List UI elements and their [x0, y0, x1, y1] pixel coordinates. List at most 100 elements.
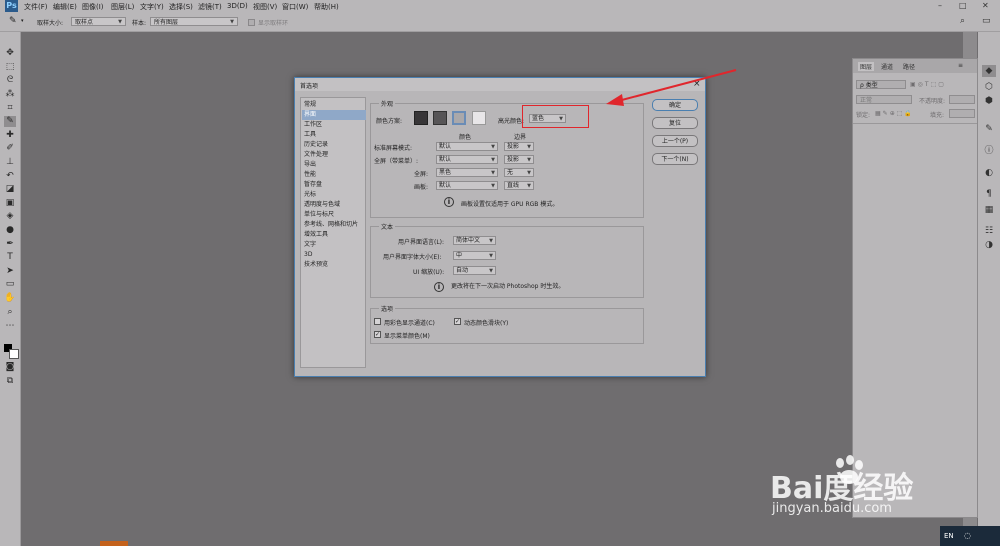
path-selection-tool-icon[interactable]: ➤ [4, 266, 16, 277]
zoom-tool-icon[interactable]: ⌕ [4, 307, 16, 318]
ui-font-size-select[interactable]: 中 ▼ [453, 251, 496, 260]
menu-layer[interactable]: 图层(L) [111, 2, 134, 12]
move-tool-icon[interactable]: ✥ [4, 48, 16, 59]
nav-file-handling[interactable]: 文件处理 [302, 150, 366, 160]
info-icon[interactable]: ⓘ [982, 145, 996, 157]
more-tools-icon[interactable]: ⋯ [4, 321, 16, 332]
menu-window[interactable]: 窗口(W) [282, 2, 308, 12]
artboard-color-select[interactable]: 默认 ▼ [436, 181, 498, 190]
menu-file[interactable]: 文件(F) [24, 2, 48, 12]
artboard-border-select[interactable]: 直线 ▼ [504, 181, 534, 190]
nav-units-rulers[interactable]: 单位与标尺 [302, 210, 366, 220]
blend-mode-select[interactable]: 正常 [856, 95, 912, 104]
nav-transparency[interactable]: 透明度与色域 [302, 200, 366, 210]
menu-view[interactable]: 视图(V) [253, 2, 277, 12]
fullscreen-menu-border-select[interactable]: 投影 ▼ [504, 155, 534, 164]
clone-stamp-tool-icon[interactable]: ⊥ [4, 157, 16, 168]
minimize-button[interactable]: – [938, 1, 942, 10]
opacity-field[interactable] [949, 95, 975, 104]
nav-tools[interactable]: 工具 [302, 130, 366, 140]
reset-button[interactable]: 复位 [652, 117, 698, 129]
menu-help[interactable]: 帮助(H) [314, 2, 339, 12]
nav-cursors[interactable]: 光标 [302, 190, 366, 200]
sample-select[interactable]: 所有图层 ▼ [150, 17, 238, 26]
rectangle-tool-icon[interactable]: ▭ [4, 279, 16, 290]
nav-plugins[interactable]: 增效工具 [302, 230, 366, 240]
tab-channels[interactable]: 通道 [881, 62, 893, 71]
nav-export[interactable]: 导出 [302, 160, 366, 170]
blur-tool-icon[interactable]: ◈ [4, 211, 16, 222]
nav-history[interactable]: 历史记录 [302, 140, 366, 150]
layers-panel-icon[interactable]: ◆ [982, 65, 996, 77]
crop-tool-icon[interactable]: ⌗ [4, 103, 16, 114]
input-language[interactable]: EN [944, 532, 954, 540]
hand-tool-icon[interactable]: ✋ [4, 293, 16, 304]
brush-tool-icon[interactable]: ✐ [4, 143, 16, 154]
eyedropper-tool-icon[interactable]: ✎ [4, 116, 16, 127]
sample-size-select[interactable]: 取样点 ▼ [71, 17, 126, 26]
type-tool-icon[interactable]: T [4, 252, 16, 263]
menu-select[interactable]: 选择(S) [169, 2, 193, 12]
quick-mask-icon[interactable]: ◙ [4, 362, 16, 373]
adjustments-icon[interactable]: ◐ [982, 167, 996, 179]
color-scheme-light[interactable] [472, 111, 486, 125]
history-brush-tool-icon[interactable]: ↶ [4, 171, 16, 182]
color-scheme-medium[interactable] [452, 111, 466, 125]
menu-edit[interactable]: 编辑(E) [53, 2, 77, 12]
tab-paths[interactable]: 路径 [903, 62, 915, 71]
panel-menu-icon[interactable]: ≡ [958, 62, 963, 69]
show-ring-checkbox[interactable] [248, 19, 255, 26]
menu-image[interactable]: 图像(I) [82, 2, 104, 12]
styles-icon[interactable]: ◑ [982, 239, 996, 251]
menu-filter[interactable]: 滤镜(T) [198, 2, 222, 12]
menu-colors-checkbox[interactable]: ✓ [374, 331, 381, 338]
previous-button[interactable]: 上一个(P) [652, 135, 698, 147]
screen-mode-icon[interactable]: ⧉ [4, 376, 16, 387]
color-scheme-darkest[interactable] [414, 111, 428, 125]
lasso-tool-icon[interactable]: ᘓ [4, 75, 16, 86]
gradient-tool-icon[interactable]: ▣ [4, 198, 16, 209]
swatches-icon[interactable]: ▦ [982, 204, 996, 216]
properties-icon[interactable]: ☷ [982, 225, 996, 237]
nav-guides-grid[interactable]: 参考线、网格和切片 [302, 220, 366, 230]
ui-language-select[interactable]: 简体中文 ▼ [453, 236, 496, 245]
menu-type[interactable]: 文字(Y) [140, 2, 164, 12]
standard-screen-border-select[interactable]: 投影 ▼ [504, 142, 534, 151]
ui-scale-select[interactable]: 自动 ▼ [453, 266, 496, 275]
workspace-icon[interactable]: ▭ [982, 16, 991, 26]
lock-icons[interactable]: ▦✎⊕⬚🔒 [875, 110, 914, 117]
healing-brush-tool-icon[interactable]: ✚ [4, 130, 16, 141]
magic-wand-tool-icon[interactable]: ⁂ [4, 89, 16, 100]
maximize-button[interactable]: □ [959, 1, 967, 10]
fullscreen-border-select[interactable]: 无 ▼ [504, 168, 534, 177]
close-button[interactable]: ✕ [982, 1, 989, 10]
nav-workspace[interactable]: 工作区 [302, 120, 366, 130]
color-channels-checkbox[interactable] [374, 318, 381, 325]
fill-field[interactable] [949, 109, 975, 118]
layer-filter-select[interactable]: ρ 类型 [856, 80, 906, 89]
standard-screen-color-select[interactable]: 默认 ▼ [436, 142, 498, 151]
pen-tool-icon[interactable]: ✒ [4, 239, 16, 250]
channels-icon[interactable]: ⬢ [982, 95, 996, 107]
search-icon[interactable]: ⌕ [960, 16, 965, 26]
fullscreen-menu-color-select[interactable]: 默认 ▼ [436, 155, 498, 164]
nav-type[interactable]: 文字 [302, 240, 366, 250]
notification-icon[interactable]: ◌ [964, 531, 971, 540]
paragraph-icon[interactable]: ¶ [982, 188, 996, 200]
filter-icons[interactable]: ▣◎T⬚▢ [910, 81, 946, 88]
nav-performance[interactable]: 性能 [302, 170, 366, 180]
background-color-swatch[interactable] [9, 349, 19, 359]
nav-interface[interactable]: 界面 [302, 110, 366, 120]
marquee-tool-icon[interactable]: ⬚ [4, 62, 16, 73]
eyedropper-icon[interactable]: ✎ [9, 16, 17, 26]
nav-tech-preview[interactable]: 技术预览 [302, 260, 366, 270]
menu-3d[interactable]: 3D(D) [227, 2, 248, 10]
nav-3d[interactable]: 3D [302, 250, 366, 260]
next-button[interactable]: 下一个(N) [652, 153, 698, 165]
tab-layers[interactable]: 图层 [858, 62, 875, 71]
dodge-tool-icon[interactable]: ● [4, 225, 16, 236]
dynamic-sliders-checkbox[interactable]: ✓ [454, 318, 461, 325]
eraser-tool-icon[interactable]: ◪ [4, 184, 16, 195]
color-scheme-dark[interactable] [433, 111, 447, 125]
nav-general[interactable]: 常规 [302, 100, 366, 110]
